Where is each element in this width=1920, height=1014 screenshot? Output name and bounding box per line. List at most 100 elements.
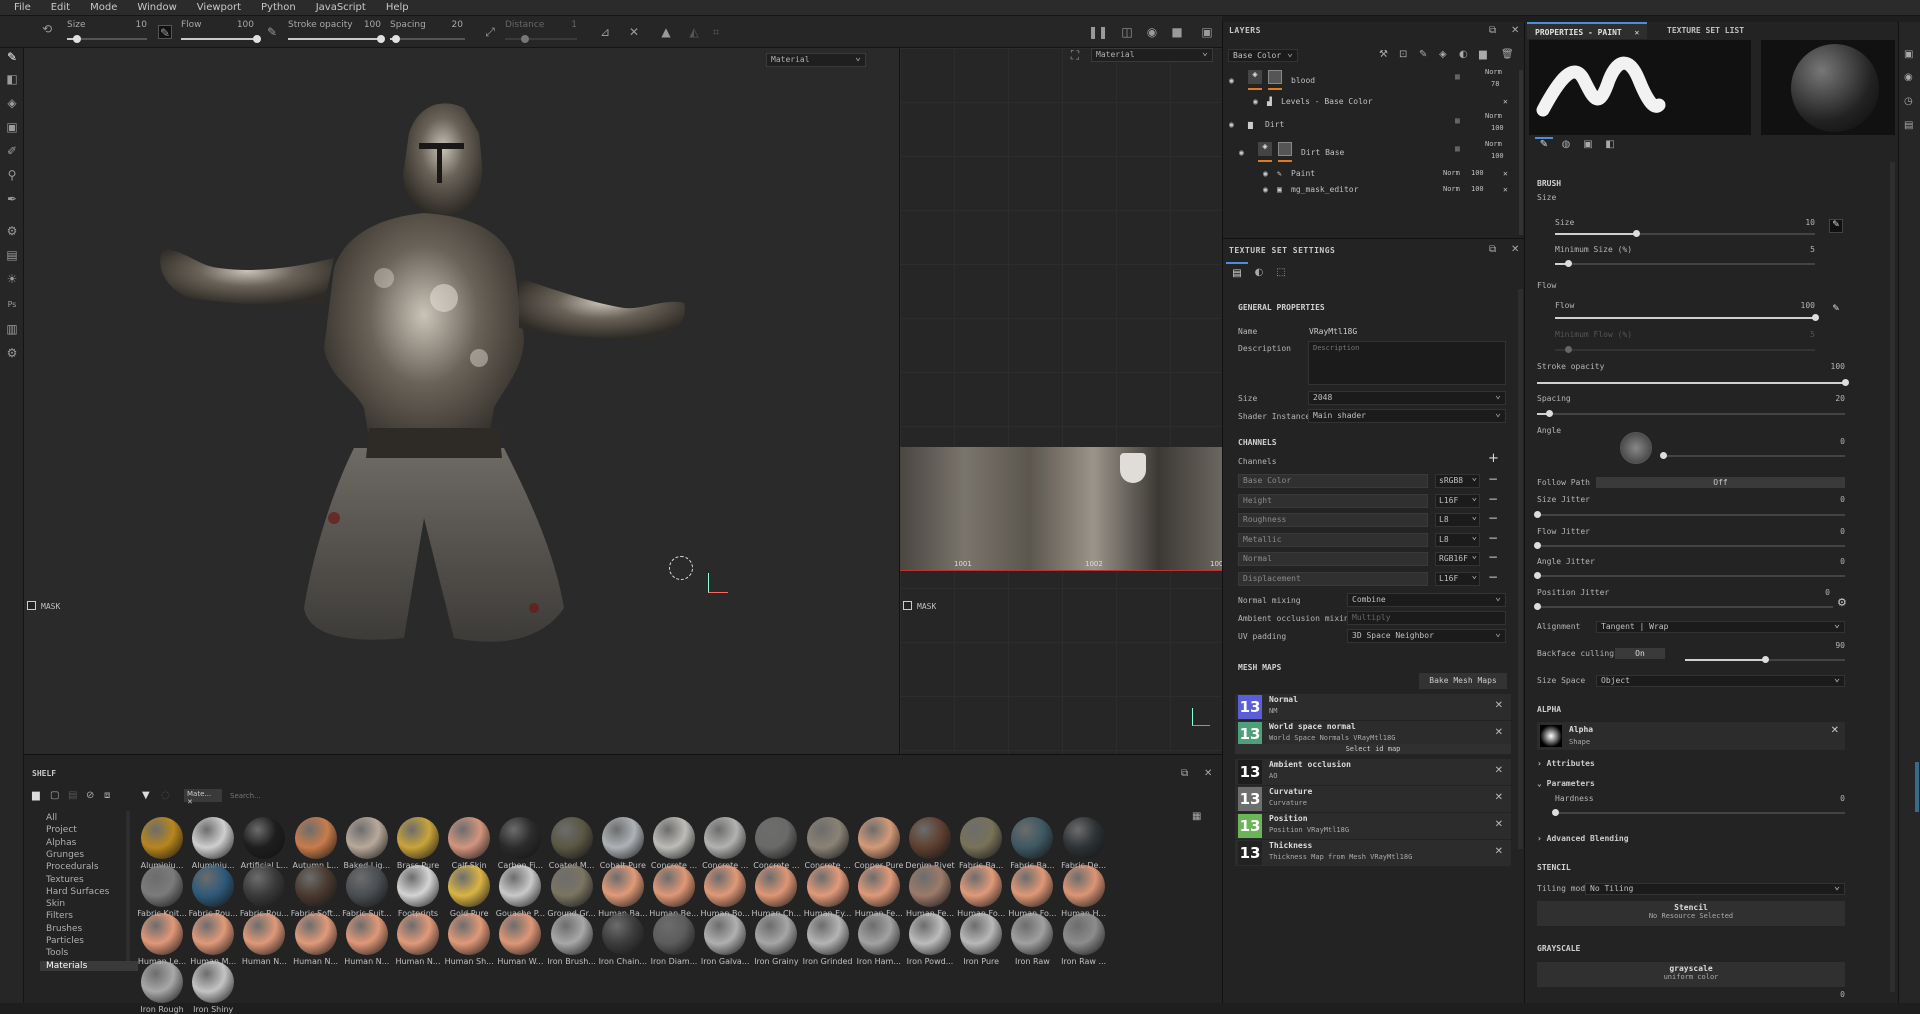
brush-flow-slider[interactable] <box>1555 314 1819 321</box>
material-item[interactable]: Baked Lig... <box>341 817 393 870</box>
size-jitter-slider[interactable] <box>1534 511 1845 518</box>
remove-channel-icon[interactable]: − <box>1488 550 1498 564</box>
material-item[interactable]: Iron Diam... <box>648 913 700 966</box>
flow-pressure-icon-2[interactable]: ✎ <box>1829 304 1843 318</box>
ps-icon[interactable]: Ps <box>5 298 19 312</box>
channel-format-select[interactable]: RGB16F <box>1435 551 1480 566</box>
pen-pressure-icon[interactable]: ✎ <box>158 25 172 40</box>
material-item[interactable]: Fabric Rou... <box>187 865 239 918</box>
remove-channel-icon[interactable]: − <box>1488 570 1498 584</box>
spacing-slider[interactable] <box>390 35 465 43</box>
frame-icon[interactable]: ⛶ <box>1068 48 1082 62</box>
material-item[interactable]: Fabric Soft... <box>290 865 342 918</box>
mask-thumbnail[interactable] <box>1268 70 1282 84</box>
layer-blend-mode[interactable]: Norm <box>1485 140 1502 148</box>
shelf-float-icon[interactable]: ⧉ <box>1181 768 1188 779</box>
texset-tab-uv[interactable]: ⬚ <box>1270 262 1292 284</box>
shelf-import-icon[interactable]: ▤ <box>68 790 77 801</box>
material-item[interactable]: Iron Shiny <box>187 961 239 1014</box>
material-item[interactable]: Fabric Suit... <box>341 865 393 918</box>
layers-float-icon[interactable]: ⧉ <box>1489 25 1496 36</box>
name-value[interactable]: VRayMtl18G <box>1309 327 1357 336</box>
dock-scroll-indicator[interactable] <box>1915 762 1919 812</box>
material-item[interactable]: Human Bo... <box>699 865 751 918</box>
material-item[interactable]: Human Fo... <box>955 865 1007 918</box>
refresh-icon[interactable]: ◌ <box>161 790 170 801</box>
material-item[interactable]: Human Fe... <box>853 865 905 918</box>
mesh-map-remove-icon[interactable]: ✕ <box>1495 765 1503 776</box>
shelf-category[interactable]: Skin <box>46 899 65 909</box>
angle-dial[interactable] <box>1620 432 1652 464</box>
flow-jitter-slider[interactable] <box>1534 542 1845 549</box>
shelf-category[interactable]: Hard Surfaces <box>46 887 109 897</box>
filter-icon[interactable]: ▼ <box>142 790 150 801</box>
lazy-mouse-icon[interactable]: ⤢ <box>483 25 497 39</box>
ruler-icon[interactable]: ▤ <box>5 248 19 262</box>
material-item[interactable]: Iron Powd... <box>904 913 956 966</box>
delete-layer-icon[interactable]: 🗑 <box>1501 49 1514 60</box>
backface-culling-slider[interactable] <box>1685 656 1845 663</box>
layer-remove-icon[interactable]: ✕ <box>1503 169 1508 178</box>
shelf-new-icon[interactable]: ▢ <box>50 790 59 801</box>
material-item[interactable]: Calf Skin <box>443 817 495 870</box>
layer-blend-mode[interactable]: Norm <box>1443 185 1460 193</box>
layer-row[interactable]: ◉ ▣ mg_mask_editor Norm 100 ✕ <box>1223 182 1519 198</box>
layer-blend-mode[interactable]: Norm <box>1485 68 1502 76</box>
material-item[interactable]: Human N... <box>341 913 393 966</box>
size-select[interactable]: 2048 <box>1308 390 1506 405</box>
layer-name[interactable]: Dirt <box>1265 120 1284 129</box>
shelf-search-input[interactable] <box>230 789 530 802</box>
visibility-eye-icon[interactable]: ◉ <box>1263 169 1268 178</box>
mirror-z-icon[interactable]: ▲ <box>659 25 673 39</box>
mask-checkbox[interactable] <box>27 601 36 610</box>
material-item[interactable]: Iron Chain... <box>597 913 649 966</box>
position-jitter-settings-icon[interactable]: ⚙ <box>1837 596 1847 609</box>
material-item[interactable]: Cobalt Pure <box>597 817 649 870</box>
remove-channel-icon[interactable]: − <box>1488 492 1498 506</box>
material-item[interactable]: Iron Galva... <box>699 913 751 966</box>
menu-python[interactable]: Python <box>251 2 306 13</box>
clone-icon[interactable]: ⚲ <box>5 168 19 182</box>
material-item[interactable]: Human Ba... <box>597 865 649 918</box>
grid-view-icon[interactable]: ▦ <box>1192 811 1201 822</box>
material-item[interactable]: Fabric Knit... <box>136 865 188 918</box>
add-mask-icon[interactable]: ⊡ <box>1399 49 1407 60</box>
visibility-eye-icon[interactable]: ◉ <box>1229 76 1234 85</box>
mask-2d-checkbox[interactable] <box>903 601 912 610</box>
shelf-category[interactable]: Filters <box>46 911 73 921</box>
brush-size-slider[interactable] <box>1555 230 1815 237</box>
menu-file[interactable]: File <box>4 2 41 13</box>
material-item[interactable]: Iron Rough <box>136 961 188 1014</box>
material-item[interactable]: Concrete ... <box>648 817 700 870</box>
layer-row[interactable]: ◉ ▆ Dirt ▦ Norm 100 <box>1223 110 1519 138</box>
shelf-category[interactable]: Alphas <box>46 838 76 848</box>
mesh-map-slot[interactable]: 13 Normal NM ✕ <box>1235 694 1511 720</box>
layer-name[interactable]: Levels - Base Color <box>1281 97 1373 106</box>
layer-opacity[interactable]: 100 <box>1471 169 1484 177</box>
screenshot-icon[interactable]: ▣ <box>1200 25 1214 39</box>
dock-history-icon[interactable]: ◷ <box>1904 96 1913 107</box>
camera-icon[interactable]: ■ <box>1170 25 1184 39</box>
tab-texture-set-list[interactable]: TEXTURE SET LIST <box>1659 22 1752 39</box>
remove-channel-icon[interactable]: − <box>1488 511 1498 525</box>
tab-properties-paint[interactable]: PROPERTIES - PAINT ✕ <box>1527 22 1648 39</box>
layer-row[interactable]: ◉ ◈ blood ▦ Norm 78 <box>1223 66 1519 94</box>
position-jitter-slider[interactable] <box>1534 603 1833 610</box>
hardness-slider[interactable] <box>1552 809 1845 816</box>
pause-icon[interactable]: ❚❚ <box>1088 25 1108 39</box>
material-item[interactable]: Iron Raw <box>1006 913 1058 966</box>
export-icon[interactable]: ▥ <box>5 322 19 336</box>
layer-opacity[interactable]: 100 <box>1471 185 1484 193</box>
filter-tag[interactable]: Mate... ✕ <box>184 789 222 806</box>
channel-format-select[interactable]: L16F <box>1435 493 1480 508</box>
material-item[interactable]: Carbon Fi... <box>494 817 546 870</box>
layer-name[interactable]: Paint <box>1291 169 1315 178</box>
shelf-category[interactable]: All <box>46 813 57 823</box>
remove-channel-icon[interactable]: − <box>1488 531 1498 545</box>
mesh-map-slot[interactable]: 13 Ambient occlusion AO ✕ <box>1235 759 1511 785</box>
material-item[interactable]: Iron Pure <box>955 913 1007 966</box>
viewport-3d[interactable]: Material MASK <box>24 48 899 754</box>
stroke-opacity-slider[interactable] <box>288 35 385 43</box>
shelf-category[interactable]: Project <box>46 825 77 835</box>
props-scrollbar[interactable] <box>1890 162 1895 992</box>
